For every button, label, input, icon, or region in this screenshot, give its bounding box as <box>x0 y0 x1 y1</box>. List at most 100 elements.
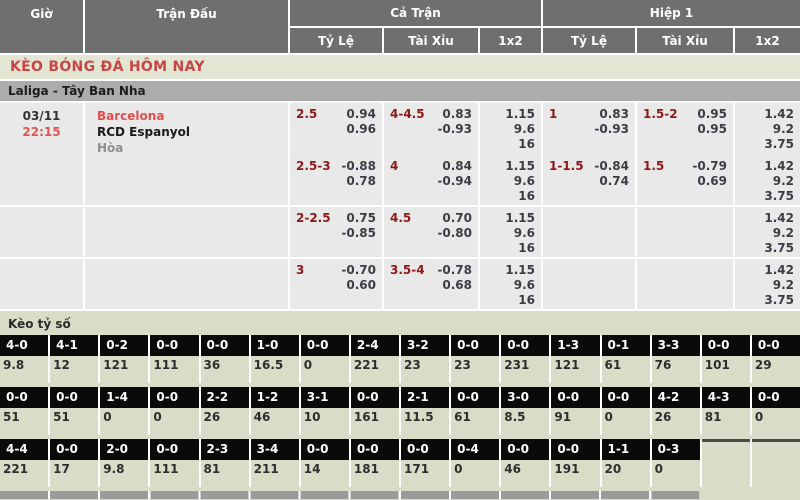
score-odds-cell[interactable]: 0-2 121 <box>100 335 148 383</box>
score-odds-cell[interactable]: 1-0 16.5 <box>251 335 299 383</box>
ft-over-odds[interactable]: -0.78 <box>437 263 472 278</box>
h1-1x2-draw-odds[interactable]: 9.2 <box>773 122 794 137</box>
ft-1x2-away-odds[interactable]: 16 <box>518 189 535 204</box>
score-odds-cell[interactable] <box>752 439 800 487</box>
score-odds-cell[interactable]: 0-0 51 <box>50 387 98 435</box>
ft-under-odds[interactable]: 0.68 <box>442 278 472 293</box>
score-odds-cell[interactable]: 0-0 0 <box>150 387 198 435</box>
ft-1x2-draw-odds[interactable]: 9.6 <box>514 278 535 293</box>
score-odds-cell[interactable]: 0-0 36 <box>201 335 249 383</box>
score-odds-cell[interactable]: 3-0 8.5 <box>501 387 549 435</box>
score-odds-cell[interactable]: 1-3 121 <box>551 335 599 383</box>
h1-1x2-home-odds[interactable]: 1.42 <box>764 107 794 122</box>
ft-1x2-draw-odds[interactable]: 9.6 <box>514 174 535 189</box>
h1-over-odds[interactable]: 0.95 <box>697 107 727 122</box>
score-odds-cell[interactable]: 0-0 181 <box>351 439 399 487</box>
h1-1x2-away-odds[interactable]: 3.75 <box>764 293 794 308</box>
score-odds-cell[interactable]: 0-0 46 <box>501 439 549 487</box>
ft-under-odds[interactable]: -0.93 <box>437 122 472 137</box>
score-odds-cell[interactable]: 0-3 0 <box>652 439 700 487</box>
h1-1x2-home-odds[interactable]: 1.42 <box>764 211 794 226</box>
score-odds-cell[interactable]: 4-3 81 <box>702 387 750 435</box>
score-odds-cell[interactable]: 1-1 20 <box>602 439 650 487</box>
score-odds-cell[interactable]: 0-0 171 <box>401 439 449 487</box>
score-odds-cell[interactable]: 3-1 10 <box>301 387 349 435</box>
score-odds-cell[interactable]: 1-4 0 <box>100 387 148 435</box>
score-odds-cell[interactable]: 0-0 111 <box>150 335 198 383</box>
score-odds-cell[interactable]: 4-4 221 <box>0 439 48 487</box>
score-odds-cell[interactable]: 3-2 23 <box>401 335 449 383</box>
h1-1x2-away-odds[interactable]: 3.75 <box>764 241 794 256</box>
h1-handicap-odds-away[interactable]: -0.93 <box>594 122 629 137</box>
score-odds-cell[interactable]: 0-0 29 <box>752 335 800 383</box>
score-odds-cell[interactable]: 0-0 231 <box>501 335 549 383</box>
ft-handicap-odds-away[interactable]: 0.96 <box>346 122 376 137</box>
ft-over-odds[interactable]: 0.70 <box>442 211 472 226</box>
score-odds-cell[interactable]: 4-0 9.8 <box>0 335 48 383</box>
ft-handicap-odds-home[interactable]: -0.88 <box>341 159 376 174</box>
score-odds-cell[interactable]: 4-1 12 <box>50 335 98 383</box>
ft-1x2-draw-odds[interactable]: 9.6 <box>514 226 535 241</box>
ft-handicap-odds-home[interactable]: -0.70 <box>341 263 376 278</box>
ft-handicap-line: 2-2.5 <box>296 211 331 257</box>
score-odds-cell[interactable]: 2-0 9.8 <box>100 439 148 487</box>
score-odds-cell[interactable]: 0-0 14 <box>301 439 349 487</box>
h1-1x2-draw-odds[interactable]: 9.2 <box>773 174 794 189</box>
score-odds-cell[interactable]: 0-0 101 <box>702 335 750 383</box>
ft-1x2-home-odds[interactable]: 1.15 <box>505 159 535 174</box>
score-odds-cell[interactable]: 4-2 26 <box>652 387 700 435</box>
h1-1x2-home-odds[interactable]: 1.42 <box>764 263 794 278</box>
h1-1x2-away-odds[interactable]: 3.75 <box>764 137 794 152</box>
score-odds-cell[interactable]: 0-0 191 <box>551 439 599 487</box>
score-odds-cell[interactable]: 3-3 76 <box>652 335 700 383</box>
score-odds-cell[interactable]: 0-0 111 <box>150 439 198 487</box>
ft-over-odds[interactable]: 0.84 <box>442 159 472 174</box>
h1-under-odds[interactable]: 0.95 <box>697 122 727 137</box>
score-odds-cell[interactable]: 2-1 11.5 <box>401 387 449 435</box>
ft-under-odds[interactable]: -0.80 <box>437 226 472 241</box>
score-odds-cell[interactable]: 2-2 26 <box>201 387 249 435</box>
h1-over-odds[interactable]: -0.79 <box>692 159 727 174</box>
score-odds-cell[interactable]: 0-0 91 <box>551 387 599 435</box>
score-odds-cell[interactable]: 0-0 51 <box>0 387 48 435</box>
score-odds-cell[interactable]: 0-0 161 <box>351 387 399 435</box>
ft-handicap-odds-away[interactable]: -0.85 <box>341 226 376 241</box>
h1-1x2-away-odds[interactable]: 3.75 <box>764 189 794 204</box>
score-odds-cell[interactable]: 0-0 0 <box>301 335 349 383</box>
ft-under-odds[interactable]: -0.94 <box>437 174 472 189</box>
ft-1x2-away-odds[interactable]: 16 <box>518 241 535 256</box>
ft-handicap-odds-home[interactable]: 0.94 <box>346 107 376 122</box>
h1-1x2-draw-odds[interactable]: 9.2 <box>773 278 794 293</box>
score-label: 0-0 <box>752 335 800 356</box>
score-odds-cell[interactable]: 0-4 0 <box>451 439 499 487</box>
score-odds-cell[interactable]: 0-0 0 <box>602 387 650 435</box>
h1-handicap-odds-home[interactable]: 0.83 <box>599 107 629 122</box>
score-odds-cell[interactable]: 0-0 61 <box>451 387 499 435</box>
score-odds-cell[interactable]: 0-0 17 <box>50 439 98 487</box>
home-team-link[interactable]: Barcelona <box>97 108 288 124</box>
score-odds-cell[interactable]: 0-1 61 <box>602 335 650 383</box>
score-odds-cell[interactable]: 3-4 211 <box>251 439 299 487</box>
score-odds-cell[interactable] <box>702 439 750 487</box>
ft-1x2-draw-odds[interactable]: 9.6 <box>514 122 535 137</box>
ft-1x2-away-odds[interactable]: 16 <box>518 137 535 152</box>
score-odds-cell[interactable]: 2-4 221 <box>351 335 399 383</box>
ft-over-odds[interactable]: 0.83 <box>442 107 472 122</box>
ft-1x2-home-odds[interactable]: 1.15 <box>505 263 535 278</box>
score-odds-cell[interactable]: 2-3 81 <box>201 439 249 487</box>
score-odds-cell[interactable]: 0-0 23 <box>451 335 499 383</box>
score-odds-cell[interactable]: 0-0 0 <box>752 387 800 435</box>
h1-handicap-odds-away[interactable]: 0.74 <box>599 174 629 189</box>
ft-handicap-odds-away[interactable]: 0.60 <box>346 278 376 293</box>
ft-1x2-away-odds[interactable]: 16 <box>518 293 535 308</box>
ft-handicap-odds-home[interactable]: 0.75 <box>346 211 376 226</box>
ft-1x2-home-odds[interactable]: 1.15 <box>505 107 535 122</box>
score-odds-cell[interactable]: 1-2 46 <box>251 387 299 435</box>
h1-1x2-draw-odds[interactable]: 9.2 <box>773 226 794 241</box>
h1-handicap-odds-home[interactable]: -0.84 <box>594 159 629 174</box>
ft-handicap-odds-away[interactable]: 0.78 <box>346 174 376 189</box>
h1-1x2-home-odds[interactable]: 1.42 <box>764 159 794 174</box>
score-odds-value <box>702 457 750 484</box>
ft-1x2-home-odds[interactable]: 1.15 <box>505 211 535 226</box>
h1-under-odds[interactable]: 0.69 <box>697 174 727 189</box>
